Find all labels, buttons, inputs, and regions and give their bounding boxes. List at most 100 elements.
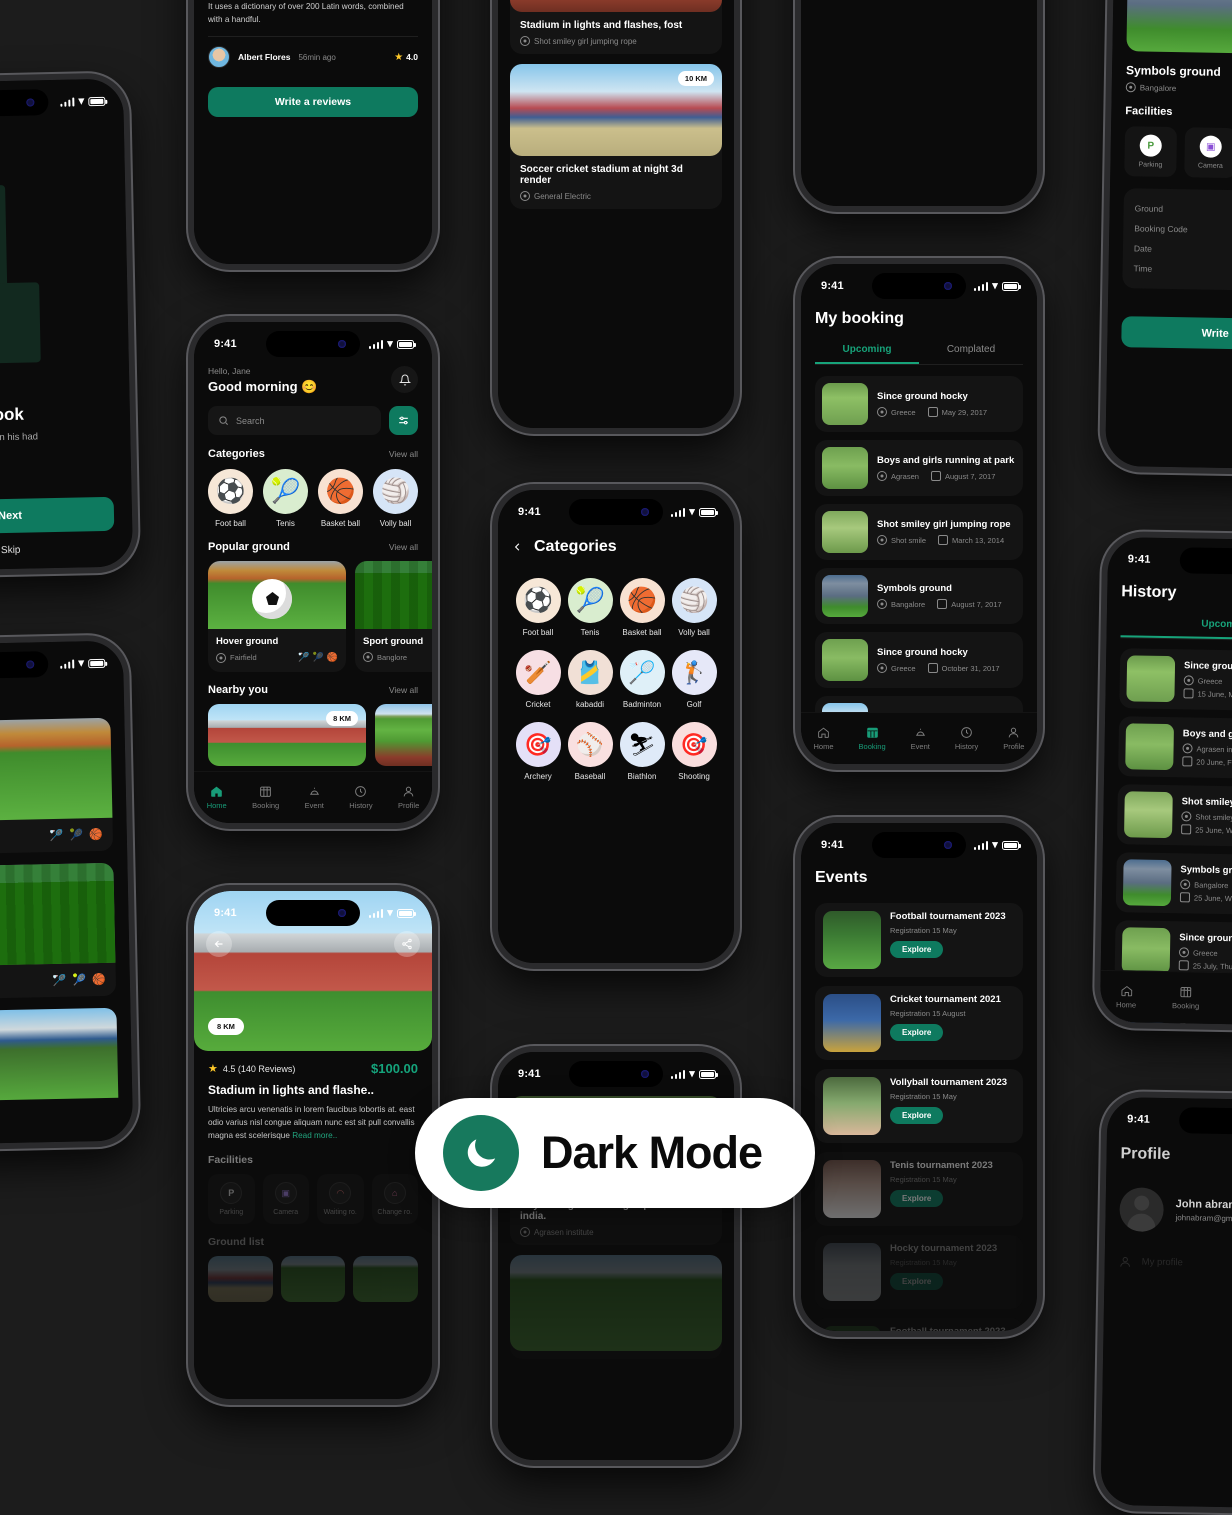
category-item[interactable]: 🏀 Basket ball [318,469,363,528]
category-item[interactable]: 🏸 Badminton [619,650,665,709]
categories-view-all[interactable]: View all [389,449,418,459]
location-pin-icon [1181,811,1192,822]
popular-page-title: ound [0,687,110,709]
category-item[interactable]: 🎯 Archery [515,722,561,781]
ground-card[interactable]: 🏸 🎾 🏀 [0,717,114,856]
booking-row[interactable]: Symbols ground Bangalore August 7, 2017 [815,568,1023,624]
tab-booking[interactable]: Booking [252,785,279,810]
category-item[interactable]: 🏏 Cricket [515,650,561,709]
tab-event[interactable]: Event [305,785,324,810]
write-review-button[interactable]: Write a re [1121,316,1232,351]
event-row[interactable]: Hocky tournament 2023 Registration 15 Ma… [815,1235,1023,1309]
category-item[interactable]: 🏐 Volly ball [373,469,418,528]
search-input[interactable]: Search [208,406,381,435]
explore-button[interactable]: Explore [890,1190,944,1207]
event-registration: Registration 15 May [890,1092,957,1101]
search-placeholder: Search [236,415,265,426]
facility-camera[interactable]: ▣ Camera [262,1174,309,1225]
popular-view-all[interactable]: View all [389,542,418,552]
tab-home[interactable]: Home [814,726,834,751]
explore-button[interactable]: Explore [890,1273,944,1290]
category-item[interactable]: 🎽 kabaddi [567,650,613,709]
ground-thumb[interactable] [208,1256,273,1303]
nearby-list-item[interactable]: 9 KM Stadium in lights and flashes, fost… [510,0,722,54]
back-button[interactable] [206,931,232,957]
event-row[interactable]: Football tournament 2023 Registration 15… [815,1318,1023,1331]
filter-button[interactable] [389,406,418,435]
tab-upcoming[interactable]: Upcoming [1120,617,1232,641]
facility-parking[interactable]: P Parking [208,1174,255,1225]
tab-upcoming[interactable]: Upcoming [815,344,919,364]
tab-completed[interactable]: Complated [919,344,1023,364]
booking-row[interactable]: Since ground hocky Greece October 31, 20… [815,632,1023,688]
explore-button[interactable]: Explore [890,941,944,958]
write-review-button[interactable]: Write a reviews [208,87,418,118]
ground-thumb[interactable] [353,1256,419,1303]
profile-menu-item[interactable]: My profile [1142,1257,1183,1269]
bottom-tab-bar: Home Booking Event History Profile [194,771,432,823]
category-item[interactable]: ⚾ Baseball [567,722,613,781]
tab-home[interactable]: Home [207,785,227,810]
category-item[interactable]: ⛷ Biathlon [619,722,665,781]
category-item[interactable]: 🏀 Basket ball [619,578,665,637]
booking-row[interactable]: Since ground hocky Greece May 29, 2017 [815,376,1023,432]
history-row[interactable]: Since ground Greece 15 June, Mon [1119,648,1232,712]
review-rating: 4.0 [406,52,418,63]
tab-history[interactable]: History [349,785,373,810]
tab-history[interactable]: History [955,726,978,751]
category-item[interactable]: 🎯 Shooting [671,722,717,781]
camera-icon: ▣ [1199,135,1222,158]
location-pin-icon [1182,743,1193,754]
nearby-view-all[interactable]: View all [389,685,418,695]
facility-parking[interactable]: P Parking [1124,126,1178,178]
facility-change-room[interactable]: ⌂ Change ro. [371,1174,418,1225]
category-item[interactable]: 🎾 Tenis [567,578,613,637]
explore-button[interactable]: Explore [890,1024,944,1041]
history-row[interactable]: Boys and girls Agrasen institu 20 June, … [1118,716,1232,780]
event-row[interactable]: Vollyball tournament 2023 Registration 1… [815,1069,1023,1143]
category-item[interactable]: 🎾 Tenis [263,469,308,528]
tab-booking[interactable]: Booking [1172,985,1200,1011]
history-place: Bangalore [1194,880,1229,890]
category-item[interactable]: ⚽ Foot ball [208,469,253,528]
bottom-tab-bar: Home Booking Event [1099,969,1232,1027]
popular-card[interactable]: Hover ground Fairfield 🏸 🎾 🏀 [208,561,346,672]
facility-camera[interactable]: ▣ Camera [1184,127,1232,179]
skip-button[interactable]: Skip [0,543,115,558]
tab-home[interactable]: Home [1116,984,1136,1010]
nearby-list-item[interactable]: 10 KM Soccer cricket stadium at night 3d… [510,64,722,209]
ground-card[interactable]: 🏸 🎾 🏀 [0,862,117,1001]
history-date: 25 June, Wed [1193,893,1232,903]
history-row[interactable]: Symbols grou Bangalore 25 June, Wed [1115,852,1232,916]
popular-card[interactable]: Sport ground Banglore [355,561,432,672]
tab-event[interactable]: Event [911,726,930,751]
tab-profile[interactable]: Profile [398,785,419,810]
ground-thumb[interactable] [280,1256,346,1303]
facility-waiting-room[interactable]: ◠ Waiting ro. [317,1174,364,1225]
list-item[interactable] [510,1255,722,1359]
share-button[interactable] [394,931,420,957]
event-row[interactable]: Football tournament 2023 Registration 15… [815,903,1023,977]
event-row[interactable]: Cricket tournament 2021 Registration 15 … [815,986,1023,1060]
event-row[interactable]: Tenis tournament 2023 Registration 15 Ma… [815,1152,1023,1226]
nearby-card[interactable]: 8 KM [208,704,366,766]
booking-row[interactable]: Shot smiley girl jumping rope Shot smile… [815,504,1023,560]
category-item[interactable]: 🏐 Volly ball [671,578,717,637]
battery-icon [397,339,416,349]
history-row[interactable]: Shot smiley g Shot smiley g 25 June, Wed [1116,784,1232,848]
notification-bell-button[interactable] [391,366,418,393]
category-item[interactable]: ⚽ Foot ball [515,578,561,637]
next-button[interactable]: Next [0,496,115,536]
tab-booking[interactable]: Booking [859,726,886,751]
ground-card[interactable] [0,1007,119,1103]
booking-row[interactable]: Boys and girls running at park Agrasen A… [815,440,1023,496]
nearby-card[interactable] [375,704,432,766]
person-icon [403,786,414,797]
explore-button[interactable]: Explore [890,1107,944,1124]
read-more-link[interactable]: Read more.. [292,1131,337,1140]
tab-profile[interactable]: Profile [1003,726,1024,751]
chevron-left-icon[interactable] [512,540,523,554]
category-item[interactable]: 🏌 Golf [671,650,717,709]
onboarding-title: und want book [0,404,25,427]
onboarding-body-2: de in a limousine [0,443,113,458]
